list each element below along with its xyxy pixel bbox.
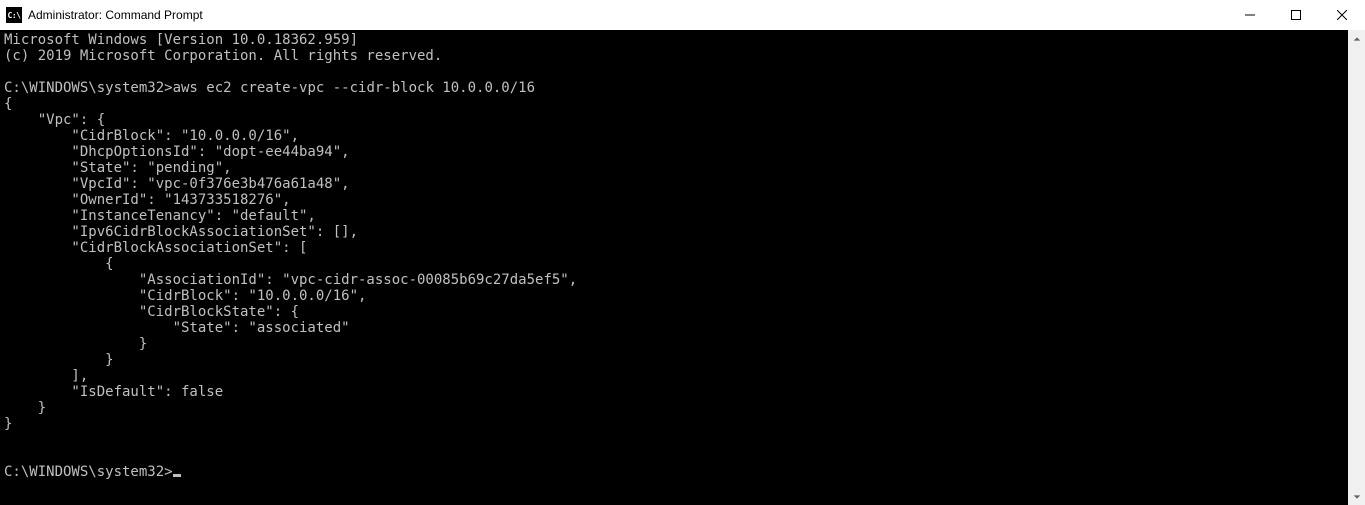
output-line: "VpcId": "vpc-0f376e3b476a61a48", (4, 176, 350, 192)
prompt-command: aws ec2 create-vpc --cidr-block 10.0.0.0… (173, 80, 535, 96)
output-line: "CidrBlockAssociationSet": [ (4, 240, 307, 256)
scroll-down-button[interactable] (1348, 488, 1365, 505)
output-line: "CidrBlock": "10.0.0.0/16", (4, 128, 299, 144)
terminal-output[interactable]: Microsoft Windows [Version 10.0.18362.95… (0, 30, 1348, 505)
output-line: "State": "associated" (4, 320, 350, 336)
window-root: C:\ Administrator: Command Prompt Micros… (0, 0, 1365, 505)
minimize-icon (1245, 10, 1255, 20)
scroll-up-button[interactable] (1348, 30, 1365, 47)
close-button[interactable] (1319, 0, 1365, 30)
output-line: } (4, 416, 12, 432)
output-line: "IsDefault": false (4, 384, 223, 400)
chevron-down-icon (1353, 493, 1361, 501)
prompt-path: C:\WINDOWS\system32> (4, 464, 173, 480)
output-line: "State": "pending", (4, 160, 232, 176)
output-line: } (4, 352, 114, 368)
window-controls (1227, 0, 1365, 30)
scroll-track[interactable] (1348, 47, 1365, 488)
output-line: { (4, 96, 12, 112)
output-line: "CidrBlockState": { (4, 304, 299, 320)
titlebar[interactable]: C:\ Administrator: Command Prompt (0, 0, 1365, 30)
output-line: ], (4, 368, 88, 384)
copyright-line: (c) 2019 Microsoft Corporation. All righ… (4, 48, 442, 64)
maximize-button[interactable] (1273, 0, 1319, 30)
output-line: "AssociationId": "vpc-cidr-assoc-00085b6… (4, 272, 577, 288)
chevron-up-icon (1353, 35, 1361, 43)
prompt-line: C:\WINDOWS\system32> (4, 464, 181, 480)
output-line: "Vpc": { (4, 112, 105, 128)
minimize-button[interactable] (1227, 0, 1273, 30)
version-line: Microsoft Windows [Version 10.0.18362.95… (4, 32, 358, 48)
close-icon (1337, 10, 1347, 20)
output-line: } (4, 336, 147, 352)
client-area: Microsoft Windows [Version 10.0.18362.95… (0, 30, 1365, 505)
vertical-scrollbar[interactable] (1348, 30, 1365, 505)
output-line: } (4, 400, 46, 416)
cursor (173, 474, 181, 477)
output-line: "OwnerId": "143733518276", (4, 192, 291, 208)
cmd-icon: C:\ (6, 7, 22, 23)
output-line: "InstanceTenancy": "default", (4, 208, 316, 224)
maximize-icon (1291, 10, 1301, 20)
output-line: { (4, 256, 114, 272)
output-line: "DhcpOptionsId": "dopt-ee44ba94", (4, 144, 350, 160)
prompt-line: C:\WINDOWS\system32>aws ec2 create-vpc -… (4, 80, 535, 96)
output-line: "Ipv6CidrBlockAssociationSet": [], (4, 224, 358, 240)
window-title: Administrator: Command Prompt (28, 8, 203, 22)
output-line: "CidrBlock": "10.0.0.0/16", (4, 288, 366, 304)
prompt-path: C:\WINDOWS\system32> (4, 80, 173, 96)
